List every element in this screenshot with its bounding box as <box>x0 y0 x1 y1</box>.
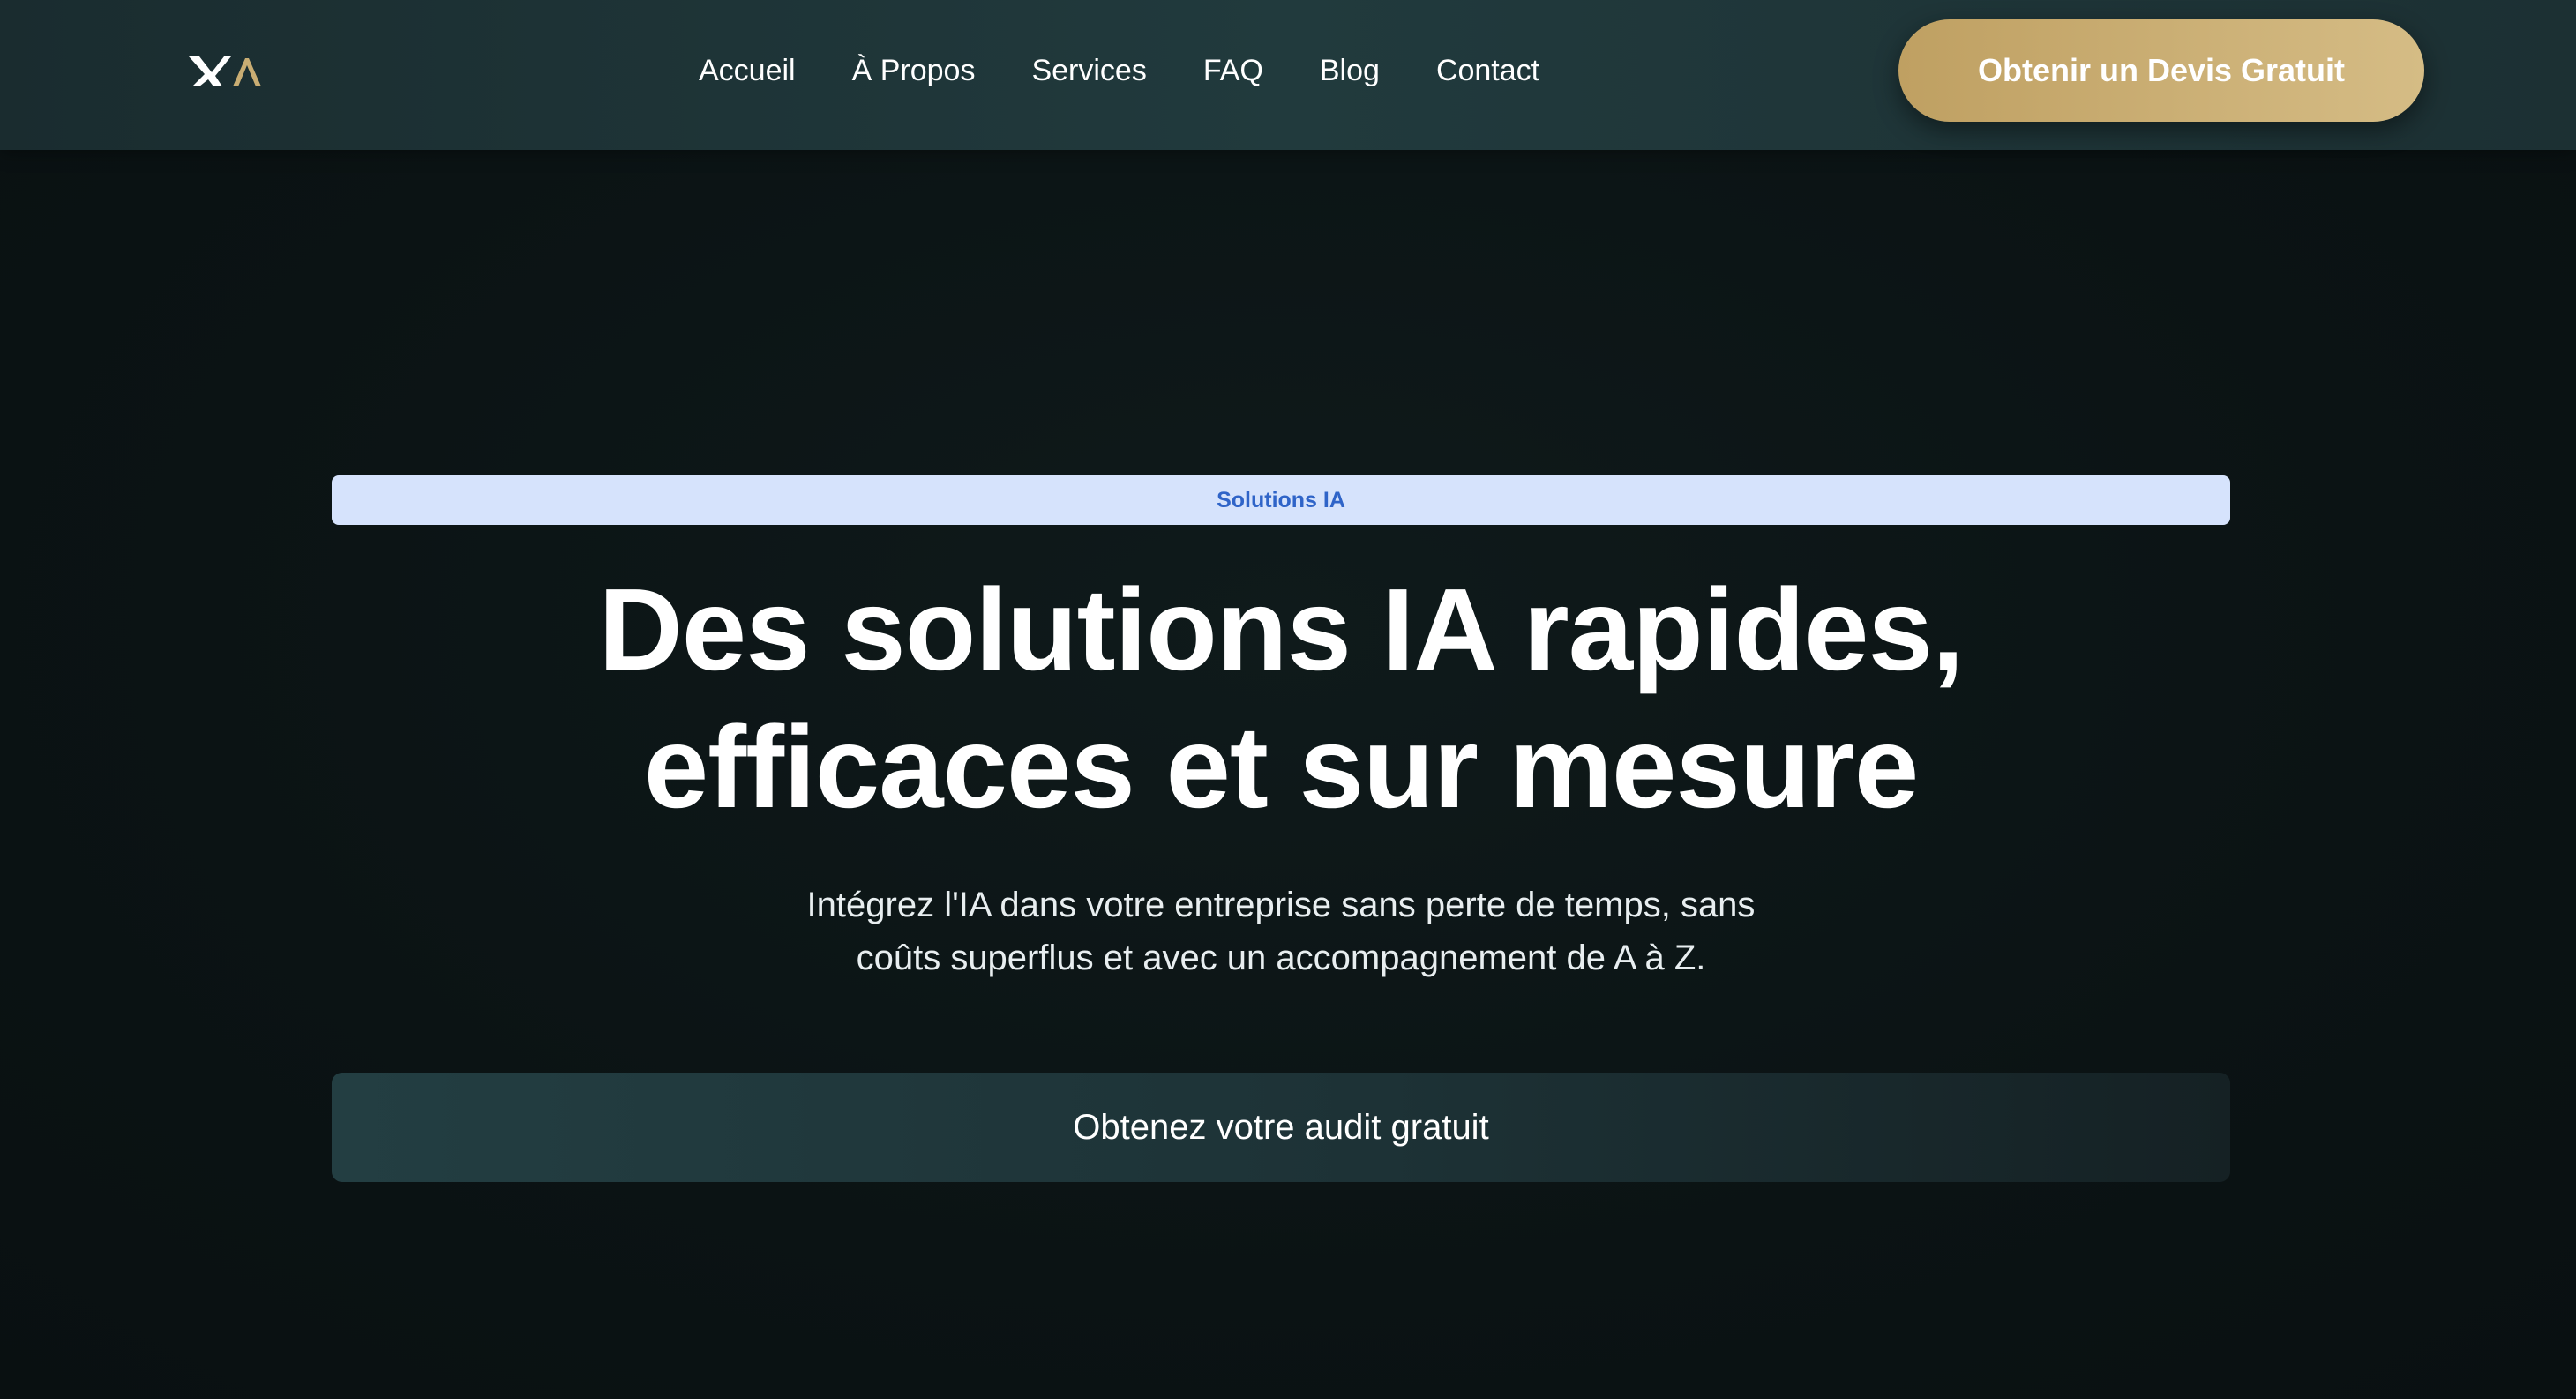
nav-item-blog[interactable]: Blog <box>1320 54 1380 88</box>
nav-item-accueil[interactable]: Accueil <box>699 54 796 88</box>
badge-label: Solutions IA <box>1217 487 1345 512</box>
site-header: Accueil À Propos Services FAQ Blog Conta… <box>0 0 2576 150</box>
nav-item-faq[interactable]: FAQ <box>1203 54 1263 88</box>
landing-page: Accueil À Propos Services FAQ Blog Conta… <box>0 0 2576 1399</box>
nav-item-services[interactable]: Services <box>1031 54 1146 88</box>
nav-item-a-propos[interactable]: À Propos <box>852 54 976 88</box>
main-nav: Accueil À Propos Services FAQ Blog Conta… <box>699 0 1539 141</box>
solutions-badge: Solutions IA <box>332 475 2230 525</box>
nav-item-contact[interactable]: Contact <box>1436 54 1539 88</box>
get-quote-button[interactable]: Obtenir un Devis Gratuit <box>1898 19 2424 122</box>
logo-icon[interactable] <box>187 53 266 90</box>
hero-subtitle-line: coûts superflus et avec un accompagnemen… <box>856 939 1706 977</box>
hero-subtitle: Intégrez l'IA dans votre entreprise sans… <box>332 879 2230 984</box>
hero-title-line: efficaces et sur mesure <box>643 702 1919 832</box>
hero-title: Des solutions IA rapides, efficaces et s… <box>332 561 2230 836</box>
free-audit-button[interactable]: Obtenez votre audit gratuit <box>332 1073 2230 1182</box>
hero-subtitle-line: Intégrez l'IA dans votre entreprise sans… <box>806 886 1756 924</box>
hero-title-line: Des solutions IA rapides, <box>598 565 1964 694</box>
